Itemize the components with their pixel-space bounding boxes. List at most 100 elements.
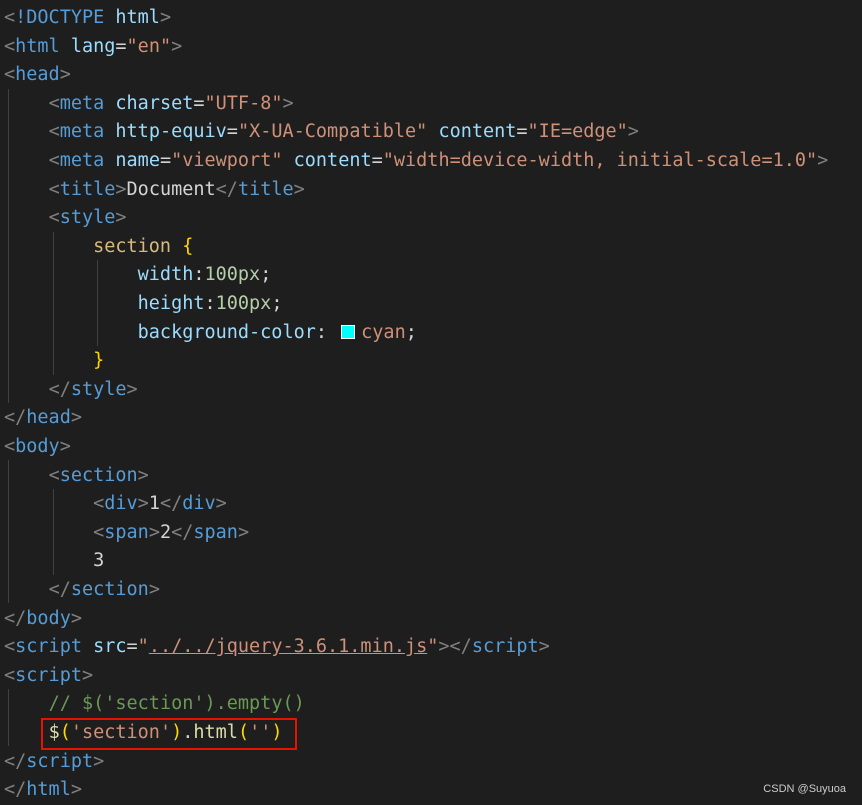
code-token: > xyxy=(293,178,305,200)
code-token: < xyxy=(48,121,60,143)
code-token: "viewport" xyxy=(171,150,283,171)
code-token: = xyxy=(516,121,528,143)
code-token: "en" xyxy=(126,35,172,57)
code-line[interactable]: <span>2</span> xyxy=(4,519,249,548)
code-token: < xyxy=(4,436,16,457)
code-token: html xyxy=(193,722,238,743)
code-token: </ xyxy=(215,178,238,200)
code-editor[interactable]: <!DOCTYPE html> <html lang="en"> <head> <m… xyxy=(0,0,862,803)
code-line[interactable]: </html> xyxy=(4,776,82,805)
code-token: = xyxy=(115,35,127,57)
code-line[interactable]: width:100px; xyxy=(4,261,272,290)
code-line[interactable]: section { xyxy=(4,233,193,262)
code-line[interactable]: <meta http-equiv="X-UA-Compatible" conte… xyxy=(4,118,639,147)
code-token: </ xyxy=(159,493,183,515)
code-token: !DOCTYPE xyxy=(15,7,105,28)
watermark: CSDN @Suyuoa xyxy=(763,783,846,795)
code-token: > xyxy=(59,64,71,86)
code-line[interactable]: <title>Document</title> xyxy=(4,176,305,205)
code-line[interactable]: <!DOCTYPE html> xyxy=(4,4,171,33)
code-line[interactable]: <head> xyxy=(4,61,71,90)
code-token: < xyxy=(48,92,60,114)
code-token: : xyxy=(193,264,205,286)
code-line[interactable]: <section> xyxy=(4,462,149,491)
code-line[interactable]: </body> xyxy=(4,605,82,634)
code-token: > xyxy=(159,7,172,28)
code-line[interactable]: $('section').html('') xyxy=(4,719,283,748)
code-token: // $('section').empty() xyxy=(48,693,305,715)
code-token: "IE=edge" xyxy=(527,121,628,143)
code-token: script xyxy=(26,750,94,772)
code-line[interactable]: 3 xyxy=(4,547,104,576)
code-token: script xyxy=(15,664,82,686)
code-line[interactable]: } xyxy=(4,347,104,376)
code-token: section xyxy=(93,235,172,257)
code-token: { xyxy=(182,235,194,257)
code-token: > xyxy=(148,579,160,600)
code-token: > xyxy=(81,664,94,686)
code-line[interactable]: <body> xyxy=(4,433,71,462)
code-line[interactable]: background-color: cyan; xyxy=(4,319,417,348)
code-token: body xyxy=(26,607,71,629)
code-token: title xyxy=(237,178,294,200)
code-token: style xyxy=(59,207,116,229)
code-token: < xyxy=(48,178,60,200)
color-swatch-icon[interactable] xyxy=(341,324,356,339)
code-token: > xyxy=(237,521,250,543)
code-token: name xyxy=(115,150,160,171)
code-line[interactable]: height:100px; xyxy=(4,290,283,319)
code-token: </ xyxy=(171,521,194,543)
code-token: height xyxy=(137,293,205,314)
code-token: head xyxy=(15,64,60,86)
code-token: ; xyxy=(260,264,272,286)
code-token: "X-UA-Compatible" xyxy=(237,121,428,143)
code-token: html xyxy=(26,779,71,801)
code-token: > xyxy=(137,464,149,486)
code-link[interactable]: ../../jquery-3.6.1.min.js xyxy=(149,636,427,657)
code-token: head xyxy=(26,407,71,429)
code-token: div xyxy=(104,493,138,515)
code-line[interactable]: </style> xyxy=(4,376,138,405)
code-token: < xyxy=(4,64,16,86)
code-token: > xyxy=(148,521,160,543)
code-token: style xyxy=(70,378,127,400)
code-line[interactable]: <meta name="viewport" content="width=dev… xyxy=(4,147,829,176)
code-token: 1 xyxy=(148,493,160,515)
code-token: " xyxy=(427,636,439,658)
code-line[interactable]: <html lang="en"> xyxy=(4,33,182,62)
code-token: span xyxy=(104,521,149,543)
code-token: body xyxy=(15,436,60,457)
code-line[interactable]: </head> xyxy=(4,404,82,433)
code-line[interactable]: </section> xyxy=(4,576,160,605)
code-line[interactable]: <script src="../../jquery-3.6.1.min.js">… xyxy=(4,633,550,662)
code-token: = xyxy=(159,150,172,171)
code-token: </ xyxy=(48,378,71,400)
code-line[interactable]: <script> xyxy=(4,662,93,691)
code-token: < xyxy=(4,7,16,28)
code-token: charset xyxy=(115,92,194,114)
code-line[interactable]: <div>1</div> xyxy=(4,490,227,519)
code-token: > xyxy=(70,407,82,429)
code-token: div xyxy=(182,493,216,515)
code-token: background-color xyxy=(137,321,316,343)
code-line[interactable]: </script> xyxy=(4,748,104,777)
code-token: > xyxy=(70,607,82,629)
code-token: > xyxy=(59,436,71,457)
code-line[interactable]: <style> xyxy=(4,204,127,233)
code-line[interactable]: // $('section').empty() xyxy=(4,690,305,719)
code-line[interactable]: <meta charset="UTF-8"> xyxy=(4,90,294,119)
code-token: content xyxy=(293,150,372,171)
code-token: > xyxy=(115,207,127,229)
